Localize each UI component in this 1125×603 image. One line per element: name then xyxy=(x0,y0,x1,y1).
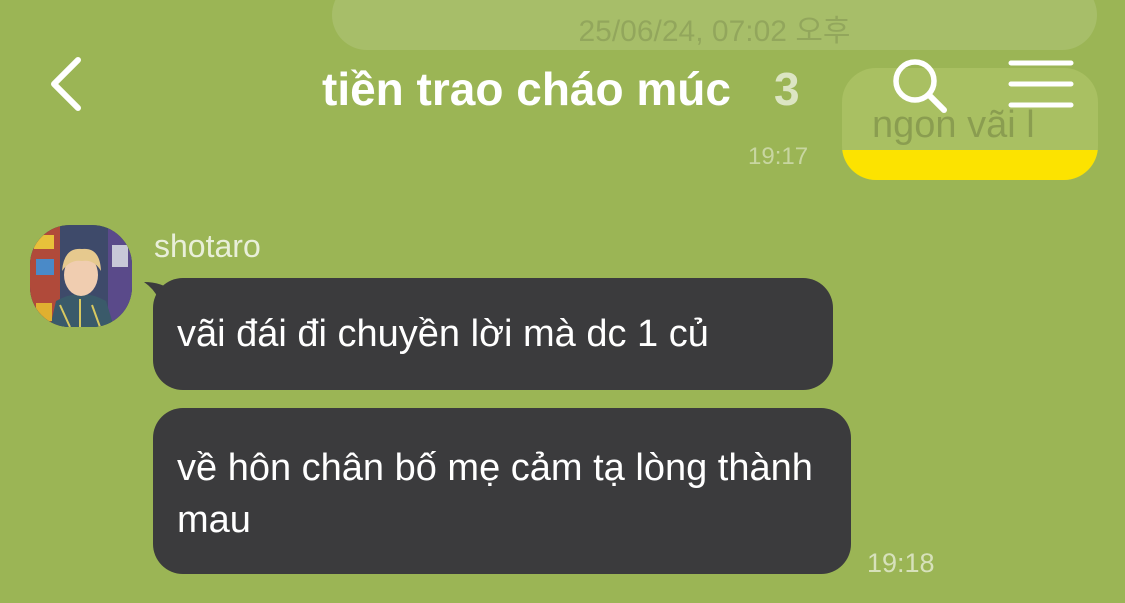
menu-button[interactable] xyxy=(1008,58,1074,112)
incoming-message-bubble[interactable]: về hôn chân bố mẹ cảm tạ lòng thành mau xyxy=(153,408,851,574)
hamburger-menu-icon xyxy=(1008,60,1074,108)
outgoing-bubble-fill xyxy=(842,150,1098,180)
avatar-photo xyxy=(30,225,132,327)
incoming-message-bubble[interactable]: vãi đái đi chuyền lời mà dc 1 củ xyxy=(153,278,833,390)
date-separator-text: 25/06/24, 07:02 오후 xyxy=(578,15,851,48)
incoming-message-text: vãi đái đi chuyền lời mà dc 1 củ xyxy=(177,313,709,355)
sender-avatar[interactable] xyxy=(30,225,132,327)
chat-title: tiền trao cháo múc xyxy=(322,63,731,115)
sender-name: shotaro xyxy=(154,228,261,264)
search-icon xyxy=(893,59,947,113)
member-count: 3 xyxy=(774,63,800,115)
outgoing-message-time: 19:17 xyxy=(748,143,809,170)
incoming-message-time: 19:18 xyxy=(867,548,935,578)
date-separator: 25/06/24, 07:02 오후 xyxy=(332,0,1097,50)
search-button[interactable] xyxy=(888,54,952,118)
back-button[interactable] xyxy=(44,54,94,114)
chevron-left-icon xyxy=(51,57,81,111)
incoming-message-text: về hôn chân bố mẹ cảm tạ lòng thành mau xyxy=(177,447,813,541)
